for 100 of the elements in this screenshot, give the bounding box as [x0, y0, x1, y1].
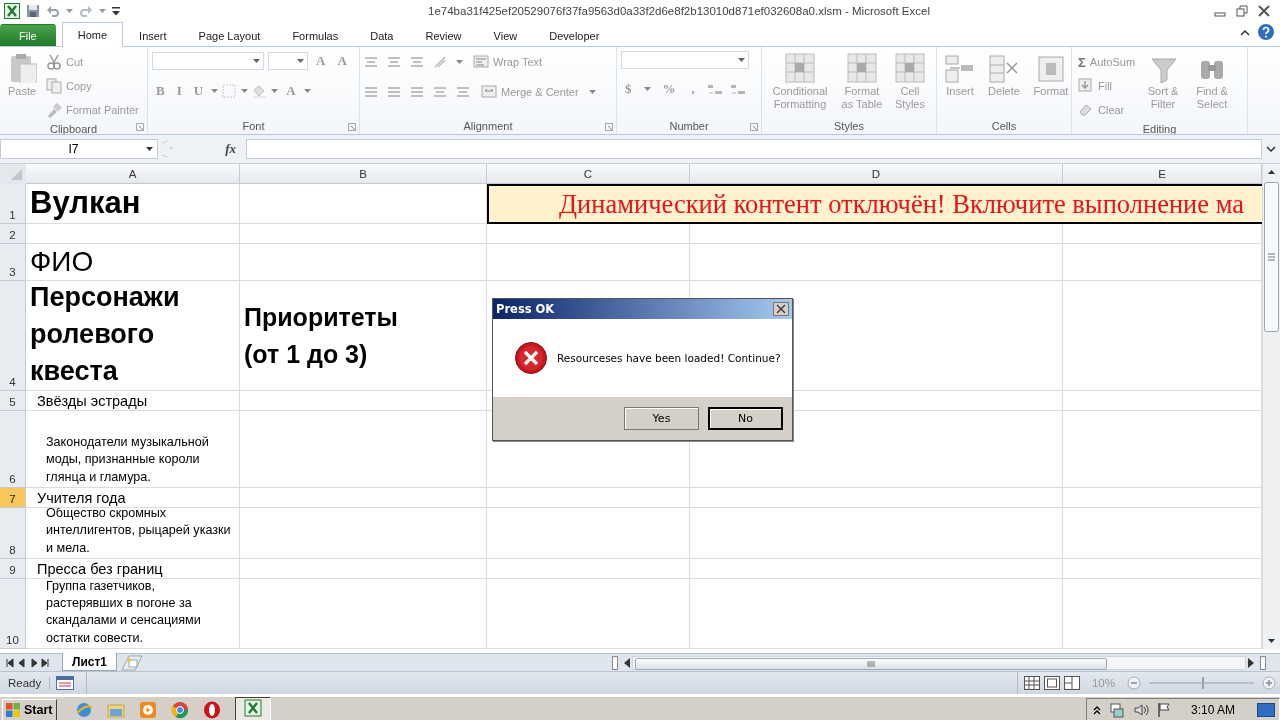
horizontal-scrollbar[interactable] — [632, 655, 1246, 670]
column-header[interactable]: B — [240, 164, 487, 184]
help-icon[interactable] — [1258, 24, 1274, 40]
media-player-icon[interactable] — [139, 700, 158, 719]
launcher-icon[interactable] — [750, 123, 758, 131]
network-icon[interactable] — [1108, 701, 1125, 718]
group-label: Number — [668, 119, 710, 134]
eraser-icon — [1078, 102, 1094, 118]
row-header[interactable]: 1 — [0, 184, 26, 224]
launcher-icon[interactable] — [605, 123, 613, 131]
row-header[interactable]: 7 — [0, 488, 26, 508]
caret-icon — [66, 9, 73, 13]
table-cell: Учителя года — [26, 488, 240, 508]
merge-icon — [481, 84, 497, 100]
launcher-icon[interactable] — [348, 123, 356, 131]
speaker-icon[interactable] — [1132, 701, 1149, 718]
clock[interactable]: 3:10 AM — [1190, 702, 1235, 717]
caret-icon — [303, 89, 311, 93]
dialog-message: Resourceses have been loaded! Continue? — [557, 352, 781, 364]
ribbon-tab[interactable]: Home — [61, 22, 124, 47]
group-label: Styles — [833, 119, 865, 134]
caret-icon — [588, 90, 596, 94]
table-cell: Приоритеты (от 1 до 3) — [240, 281, 487, 391]
table-cell: Пресса без границ — [26, 559, 240, 579]
flag-icon[interactable] — [1156, 701, 1171, 718]
opera-icon[interactable] — [203, 700, 222, 719]
error-icon — [515, 342, 547, 374]
scroll-thumb-icon[interactable] — [1264, 182, 1279, 332]
ribbon-tab[interactable]: Review — [409, 24, 478, 46]
dialog-button[interactable]: No — [708, 407, 783, 430]
table-cell: Вулкан — [26, 184, 240, 224]
table-cell: Звёзды эстрады — [26, 391, 240, 411]
taskbar-app-button[interactable] — [235, 697, 272, 720]
show-desktop-icon[interactable] — [1257, 702, 1275, 717]
combo-box[interactable] — [268, 52, 308, 70]
save-icon[interactable] — [26, 4, 40, 18]
customize-icon[interactable] — [112, 6, 120, 16]
column-header[interactable]: A — [26, 164, 240, 184]
split-handle-icon[interactable] — [612, 655, 618, 670]
sheet-tab[interactable]: Лист1 — [62, 653, 118, 671]
table-cell: ФИО — [26, 244, 240, 281]
zoom-slider-thumb[interactable] — [1201, 677, 1204, 689]
expand-icon[interactable] — [1266, 146, 1276, 152]
row-header[interactable]: 4 — [0, 281, 26, 391]
caret-icon — [241, 89, 249, 93]
redo-icon[interactable] — [79, 4, 93, 18]
caret-icon — [146, 147, 153, 151]
fill-down-icon — [1078, 78, 1094, 94]
globe-icon[interactable] — [75, 700, 94, 719]
row-header[interactable]: 2 — [0, 224, 26, 244]
macro-record-icon[interactable] — [56, 676, 75, 690]
ribbon-tab[interactable]: View — [477, 24, 534, 46]
group-label: Cells — [990, 119, 1018, 134]
window-title: 1e74ba31f425ef20529076f37fa9563d0a33f2d6e8f2b13010d871ef032608a0.xlsm - Microsoft Excel — [427, 5, 931, 17]
ribbon-tab[interactable]: Page Layout — [182, 24, 277, 46]
excel-icon[interactable] — [4, 3, 20, 19]
insert-function-button[interactable]: fx — [219, 141, 242, 157]
group-label: Font — [241, 119, 266, 134]
page-layout-icon[interactable] — [1043, 676, 1060, 690]
ribbon-tab[interactable]: Formulas — [276, 24, 355, 46]
close-icon[interactable] — [773, 302, 789, 316]
browser-icon[interactable] — [171, 700, 190, 719]
launcher-icon[interactable] — [136, 123, 144, 131]
row-header[interactable]: 9 — [0, 559, 26, 579]
caret-icon — [643, 87, 651, 91]
split-handle-icon[interactable] — [1260, 655, 1266, 670]
row-header[interactable]: 10 — [0, 579, 26, 649]
collapse-icon[interactable] — [1240, 28, 1250, 36]
show-hidden-icon[interactable] — [1092, 704, 1101, 715]
file-tab[interactable]: File — [0, 24, 56, 46]
ribbon-tab[interactable]: Data — [354, 24, 410, 46]
name-box[interactable]: I7 — [0, 139, 158, 159]
row-header[interactable]: 5 — [0, 391, 26, 411]
normal-view-icon[interactable] — [1023, 676, 1040, 690]
copy-icon — [46, 78, 62, 94]
row-header[interactable]: 8 — [0, 508, 26, 559]
table-cell: Группа газетчиков, растерявших в погоне за скандалами и сенсациями остатки совести. — [26, 579, 240, 649]
caret-icon — [271, 89, 279, 93]
undo-icon[interactable] — [46, 4, 60, 18]
grip-icon — [867, 660, 875, 667]
wrap-text-icon — [473, 54, 489, 70]
restore-icon[interactable] — [1236, 5, 1248, 17]
zoom-out-icon[interactable] — [1127, 676, 1141, 690]
dialog-button[interactable]: Yes — [624, 407, 699, 430]
zoom-in-icon[interactable] — [1262, 676, 1276, 690]
close-icon[interactable] — [1258, 5, 1270, 17]
table-icon — [785, 53, 815, 83]
row-header[interactable]: 3 — [0, 244, 26, 281]
page-break-icon[interactable] — [1063, 676, 1080, 690]
scroll-thumb[interactable] — [635, 657, 1107, 670]
new-sheet-icon[interactable] — [121, 654, 144, 671]
table-cell: Персонажи ролевого квеста — [26, 281, 240, 391]
ribbon-tab[interactable]: Insert — [123, 24, 183, 46]
row-header[interactable]: 6 — [0, 411, 26, 488]
table-icon — [895, 53, 925, 83]
start-button[interactable]: Start — [2, 698, 58, 720]
table-icon — [847, 53, 877, 83]
ribbon-tab[interactable]: Developer — [533, 24, 616, 46]
caret-icon — [253, 59, 260, 63]
formula-input[interactable] — [246, 139, 1262, 159]
